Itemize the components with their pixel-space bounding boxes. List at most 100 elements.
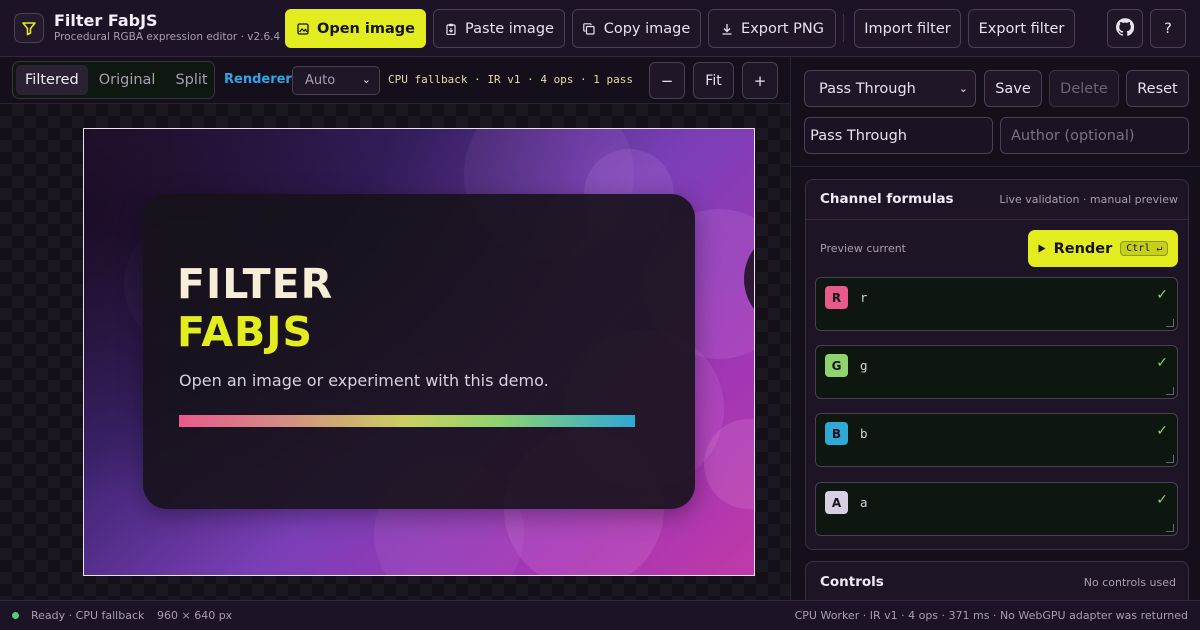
formula-text-a: a [860,495,868,510]
delete-preset-label: Delete [1060,80,1108,97]
image-icon [296,22,309,35]
demo-title-line2: FABJS [177,308,314,356]
import-filter-label: Import filter [864,20,951,37]
status-bar: Ready · CPU fallback 960 × 640 px CPU Wo… [0,600,1200,630]
chevron-down-icon: ⌄ [361,73,371,86]
open-image-label: Open image [317,20,415,37]
app-header: Filter FabJS Procedural RGBA expression … [0,0,1200,57]
preview-status: Preview current [820,242,906,255]
channel-formulas-section: Channel formulas Live validation · manua… [805,179,1189,550]
formula-field-g[interactable]: G g ✓ [815,345,1178,399]
renderer-select-value: Auto [305,73,336,88]
view-mode-switch: Filtered Original Split [12,61,215,99]
controls-note: No controls used [1083,576,1176,589]
renderer-label: Renderer [224,72,292,87]
status-indicator-icon [12,612,19,619]
render-stats: CPU Worker · IR v1 · 4 ops · 371 ms · No… [794,609,1188,622]
paste-image-button[interactable]: Paste image [433,9,565,48]
preset-select-value: Pass Through [819,80,916,97]
header-divider [843,14,844,42]
copy-image-label: Copy image [603,20,691,37]
zoom-out-button[interactable]: − [649,62,685,99]
editor-panel: Pass Through ⌄ Save Delete Reset Pass Th… [790,57,1200,600]
reset-preset-label: Reset [1137,80,1178,97]
render-button[interactable]: Render Ctrl ↵ [1028,230,1178,267]
view-mode-filtered[interactable]: Filtered [16,65,88,95]
delete-preset-button[interactable]: Delete [1049,70,1119,107]
save-preset-button[interactable]: Save [984,70,1042,107]
play-icon [1038,241,1046,257]
github-icon [1115,17,1135,40]
formula-field-r[interactable]: R r ✓ [815,277,1178,331]
resize-handle[interactable] [1166,319,1174,327]
demo-title-line1: FILTER [177,260,334,308]
author-input[interactable]: Author (optional) [1000,117,1189,154]
export-filter-button[interactable]: Export filter [968,9,1075,48]
formula-text-b: b [860,426,868,441]
channel-badge-g: G [825,354,848,377]
reset-preset-button[interactable]: Reset [1126,70,1189,107]
view-mode-original[interactable]: Original [90,65,165,95]
help-label: ? [1164,20,1172,37]
check-icon: ✓ [1156,492,1168,508]
save-preset-label: Save [995,80,1031,97]
demo-card: FILTER FABJS Open an image or experiment… [143,194,695,509]
demo-gradient-bar [179,415,635,427]
render-shortcut: Ctrl ↵ [1120,241,1169,256]
renderer-select[interactable]: Auto ⌄ [292,66,380,95]
copy-icon [583,22,596,35]
channel-formulas-note: Live validation · manual preview [999,193,1178,206]
chevron-down-icon: ⌄ [958,82,968,95]
check-icon: ✓ [1156,355,1168,371]
formula-text-g: g [860,358,868,373]
formula-text-r: r [860,290,868,305]
author-placeholder: Author (optional) [1011,127,1135,144]
zoom-out-label: − [660,71,674,90]
zoom-in-button[interactable]: + [742,62,778,99]
zoom-in-label: + [753,71,767,90]
canvas-area[interactable]: FILTER FABJS Open an image or experiment… [0,104,838,600]
check-icon: ✓ [1156,423,1168,439]
preset-select[interactable]: Pass Through ⌄ [804,70,976,107]
status-text: Ready · CPU fallback [31,609,145,622]
fit-button[interactable]: Fit [693,62,734,99]
panel-divider [791,166,1200,167]
resize-handle[interactable] [1166,455,1174,463]
filter-name-value: Pass Through [810,127,907,144]
view-toolbar: Filtered Original Split Renderer Auto ⌄ … [0,57,790,104]
paste-image-label: Paste image [465,20,554,37]
export-filter-label: Export filter [978,20,1065,37]
paste-icon [444,22,457,35]
preview-image[interactable]: FILTER FABJS Open an image or experiment… [83,128,755,576]
check-icon: ✓ [1156,287,1168,303]
export-png-label: Export PNG [741,20,824,37]
controls-title: Controls [820,574,884,590]
image-size: 960 × 640 px [157,609,233,622]
filter-logo-icon [14,13,44,43]
fit-label: Fit [705,72,722,89]
import-filter-button[interactable]: Import filter [854,9,961,48]
pipeline-info: CPU fallback · IR v1 · 4 ops · 1 pass [388,73,634,86]
controls-section: Controls No controls used [805,561,1189,600]
export-png-button[interactable]: Export PNG [708,9,836,48]
resize-handle[interactable] [1166,387,1174,395]
render-label: Render [1053,240,1113,257]
app-title: Filter FabJS [54,11,158,30]
channel-badge-a: A [825,491,848,514]
channel-formulas-title: Channel formulas [820,191,954,207]
filter-name-input[interactable]: Pass Through [804,117,993,154]
channel-formulas-header: Channel formulas Live validation · manua… [806,180,1188,220]
resize-handle[interactable] [1166,524,1174,532]
open-image-button[interactable]: Open image [285,9,426,48]
view-mode-split[interactable]: Split [166,65,216,95]
demo-subtitle: Open an image or experiment with this de… [179,371,549,390]
github-button[interactable] [1107,9,1143,48]
help-button[interactable]: ? [1150,9,1186,48]
formula-field-b[interactable]: B b ✓ [815,413,1178,467]
channel-badge-r: R [825,286,848,309]
download-icon [720,22,733,35]
copy-image-button[interactable]: Copy image [572,9,701,48]
formula-field-a[interactable]: A a ✓ [815,482,1178,536]
channel-badge-b: B [825,422,848,445]
app-subtitle: Procedural RGBA expression editor · v2.6… [54,31,281,43]
